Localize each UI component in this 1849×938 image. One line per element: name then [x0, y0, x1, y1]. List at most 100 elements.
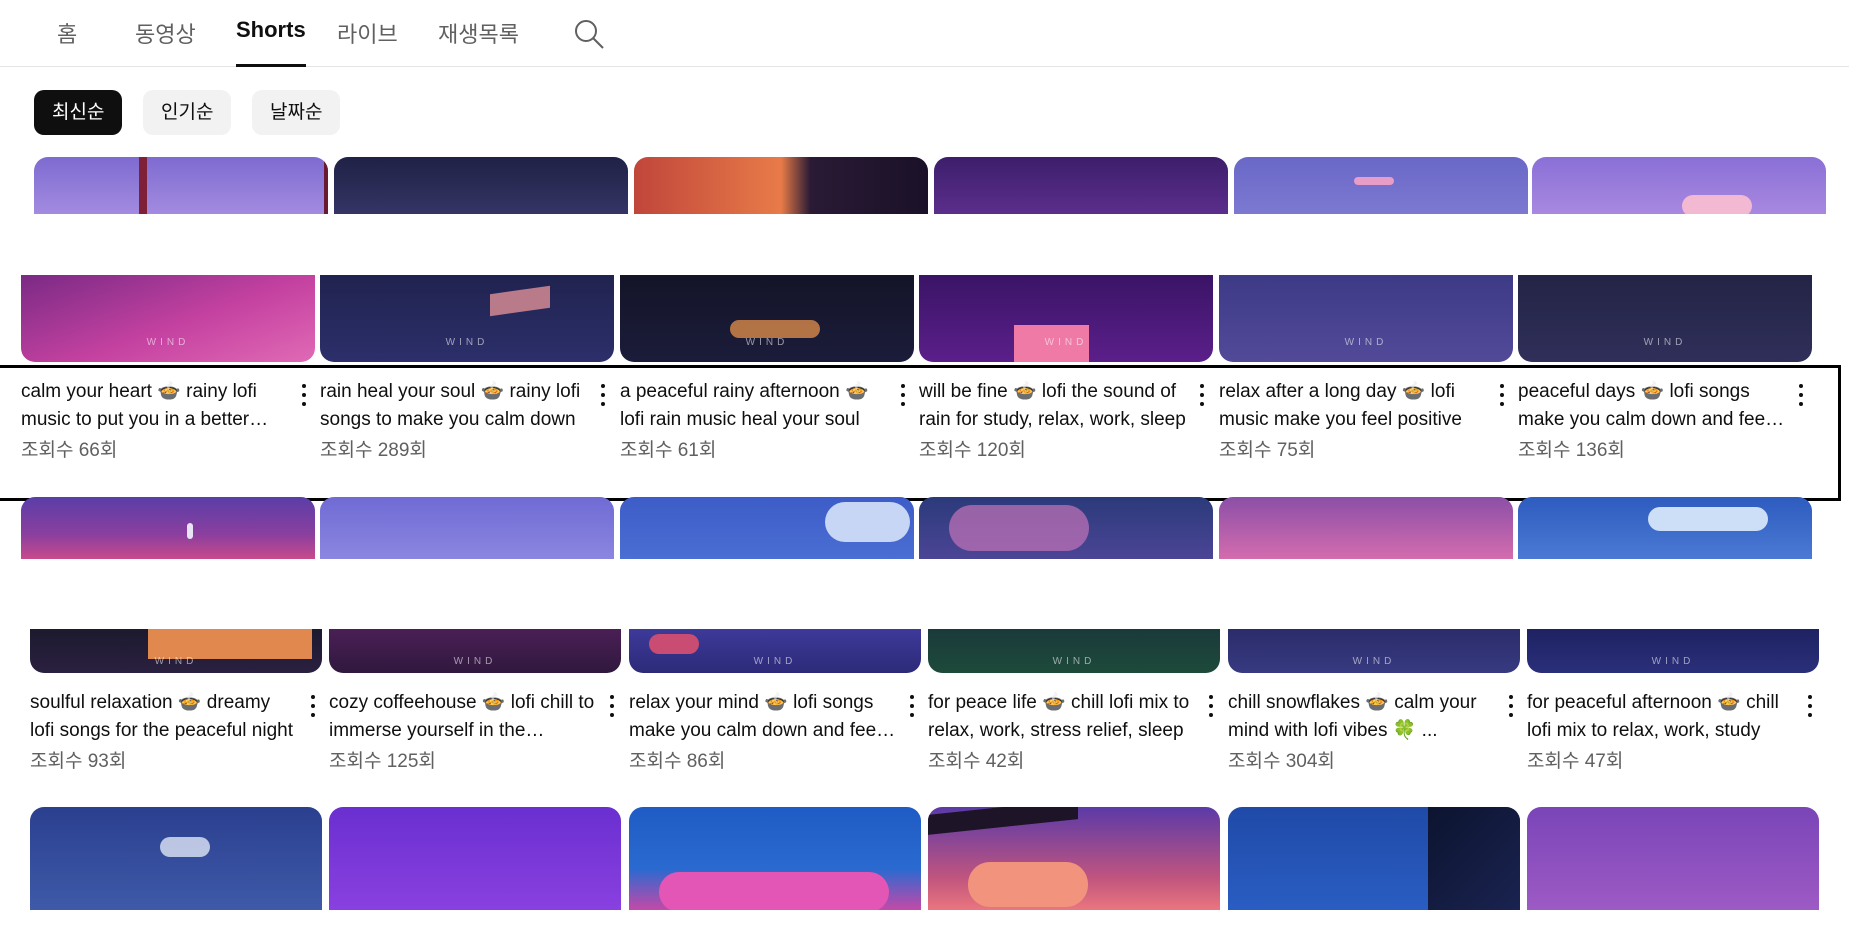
- short-title[interactable]: peaceful days 🍲 lofi songs make you calm…: [1518, 378, 1786, 434]
- short-thumbnail[interactable]: [1518, 497, 1812, 559]
- short-thumbnail[interactable]: WIND: [620, 275, 914, 362]
- short-thumbnail[interactable]: [329, 807, 621, 910]
- more-options-icon[interactable]: [1195, 382, 1209, 408]
- short-thumbnail[interactable]: [1228, 807, 1520, 910]
- short-thumbnail[interactable]: [928, 807, 1220, 910]
- more-options-icon[interactable]: [1504, 693, 1518, 719]
- short-views: 조회수 61회: [620, 440, 717, 461]
- short-title[interactable]: soulful relaxation 🍲 dreamy lofi songs f…: [30, 689, 298, 745]
- short-title[interactable]: relax your mind 🍲 lofi songs make you ca…: [629, 689, 897, 745]
- short-thumbnail[interactable]: WIND: [928, 629, 1220, 673]
- short-views: 조회수 136회: [1518, 440, 1625, 461]
- short-info: rain heal your soul 🍲 rainy lofi songs t…: [320, 378, 610, 466]
- short-thumbnail[interactable]: WIND: [1219, 275, 1513, 362]
- watermark-text: WIND: [445, 337, 489, 348]
- more-options-icon[interactable]: [1803, 693, 1817, 719]
- more-options-icon[interactable]: [596, 382, 610, 408]
- watermark-text: WIND: [146, 337, 190, 348]
- short-views: 조회수 289회: [320, 440, 427, 461]
- short-thumbnail[interactable]: [1219, 497, 1513, 559]
- chip-popular[interactable]: 인기순: [143, 90, 232, 135]
- more-options-icon[interactable]: [1794, 382, 1808, 408]
- short-title[interactable]: calm your heart 🍲 rainy lofi music to pu…: [21, 378, 289, 434]
- short-views: 조회수 120회: [919, 440, 1026, 461]
- search-icon[interactable]: [573, 18, 605, 50]
- short-thumbnail[interactable]: [919, 497, 1213, 559]
- short-thumbnail[interactable]: [334, 157, 628, 214]
- more-options-icon[interactable]: [297, 382, 311, 408]
- watermark-text: WIND: [753, 656, 797, 667]
- short-views: 조회수 75회: [1219, 440, 1316, 461]
- short-info: a peaceful rainy afternoon 🍲 lofi rain m…: [620, 378, 910, 466]
- short-thumbnail[interactable]: [620, 497, 914, 559]
- tab-shorts[interactable]: Shorts: [236, 17, 306, 67]
- watermark-text: WIND: [453, 656, 497, 667]
- short-views: 조회수 66회: [21, 440, 118, 461]
- tab-videos[interactable]: 동영상: [135, 17, 196, 65]
- short-info: cozy coffeehouse 🍲 lofi chill to immerse…: [329, 689, 619, 777]
- short-title[interactable]: a peaceful rainy afternoon 🍲 lofi rain m…: [620, 378, 888, 434]
- short-thumbnail[interactable]: [1234, 157, 1528, 214]
- short-thumbnail[interactable]: WIND: [1518, 275, 1812, 362]
- short-info: for peace life 🍲 chill lofi mix to relax…: [928, 689, 1218, 777]
- short-thumbnail[interactable]: [320, 497, 614, 559]
- watermark-text: WIND: [1643, 337, 1687, 348]
- short-thumbnail[interactable]: WIND: [1228, 629, 1520, 673]
- short-info: relax your mind 🍲 lofi songs make you ca…: [629, 689, 919, 777]
- channel-shorts-page: 홈 동영상 Shorts 라이브 재생목록 최신순 인기순 날짜순 WIND W…: [0, 0, 1849, 938]
- short-thumbnail[interactable]: [21, 497, 315, 559]
- watermark-text: WIND: [1352, 656, 1396, 667]
- short-views: 조회수 42회: [928, 751, 1025, 772]
- short-views: 조회수 125회: [329, 751, 436, 772]
- watermark-text: WIND: [1344, 337, 1388, 348]
- tab-home[interactable]: 홈: [57, 17, 77, 65]
- watermark-text: WIND: [745, 337, 789, 348]
- watermark-text: WIND: [1651, 656, 1695, 667]
- short-thumbnail[interactable]: [934, 157, 1228, 214]
- short-thumbnail[interactable]: WIND: [1527, 629, 1819, 673]
- short-info: relax after a long day 🍲 lofi music make…: [1219, 378, 1509, 466]
- short-thumbnail[interactable]: WIND: [629, 629, 921, 673]
- short-title[interactable]: will be fine 🍲 lofi the sound of rain fo…: [919, 378, 1187, 434]
- short-thumbnail[interactable]: [1527, 807, 1819, 910]
- short-views: 조회수 47회: [1527, 751, 1624, 772]
- short-thumbnail[interactable]: WIND: [919, 275, 1213, 362]
- channel-tab-bar: 홈 동영상 Shorts 라이브 재생목록: [0, 0, 1849, 67]
- chip-latest[interactable]: 최신순: [34, 90, 123, 135]
- more-options-icon[interactable]: [896, 382, 910, 408]
- watermark-text: WIND: [1052, 656, 1096, 667]
- tab-live[interactable]: 라이브: [337, 17, 398, 65]
- short-thumbnail[interactable]: [30, 807, 322, 910]
- short-info: for peaceful afternoon 🍲 chill lofi mix …: [1527, 689, 1817, 777]
- short-title[interactable]: for peace life 🍲 chill lofi mix to relax…: [928, 689, 1196, 745]
- short-title[interactable]: for peaceful afternoon 🍲 chill lofi mix …: [1527, 689, 1795, 745]
- short-title[interactable]: rain heal your soul 🍲 rainy lofi songs t…: [320, 378, 588, 434]
- short-thumbnail[interactable]: [1532, 157, 1826, 214]
- short-views: 조회수 93회: [30, 751, 127, 772]
- short-views: 조회수 304회: [1228, 751, 1335, 772]
- tab-playlists[interactable]: 재생목록: [438, 17, 519, 65]
- short-thumbnail[interactable]: WIND: [21, 275, 315, 362]
- more-options-icon[interactable]: [605, 693, 619, 719]
- short-thumbnail[interactable]: WIND: [30, 629, 322, 673]
- short-info: calm your heart 🍲 rainy lofi music to pu…: [21, 378, 311, 466]
- short-thumbnail[interactable]: WIND: [329, 629, 621, 673]
- short-info: chill snowflakes 🍲 calm your mind with l…: [1228, 689, 1518, 777]
- short-info: soulful relaxation 🍲 dreamy lofi songs f…: [30, 689, 320, 777]
- more-options-icon[interactable]: [1204, 693, 1218, 719]
- short-info: will be fine 🍲 lofi the sound of rain fo…: [919, 378, 1209, 466]
- more-options-icon[interactable]: [306, 693, 320, 719]
- short-views: 조회수 86회: [629, 751, 726, 772]
- more-options-icon[interactable]: [905, 693, 919, 719]
- short-title[interactable]: chill snowflakes 🍲 calm your mind with l…: [1228, 689, 1496, 745]
- more-options-icon[interactable]: [1495, 382, 1509, 408]
- watermark-text: WIND: [154, 656, 198, 667]
- short-info: peaceful days 🍲 lofi songs make you calm…: [1518, 378, 1808, 466]
- short-thumbnail[interactable]: [629, 807, 921, 910]
- short-thumbnail[interactable]: [34, 157, 328, 214]
- short-title[interactable]: cozy coffeehouse 🍲 lofi chill to immerse…: [329, 689, 597, 745]
- short-thumbnail[interactable]: [634, 157, 928, 214]
- chip-oldest[interactable]: 날짜순: [252, 90, 341, 135]
- short-title[interactable]: relax after a long day 🍲 lofi music make…: [1219, 378, 1487, 434]
- short-thumbnail[interactable]: WIND: [320, 275, 614, 362]
